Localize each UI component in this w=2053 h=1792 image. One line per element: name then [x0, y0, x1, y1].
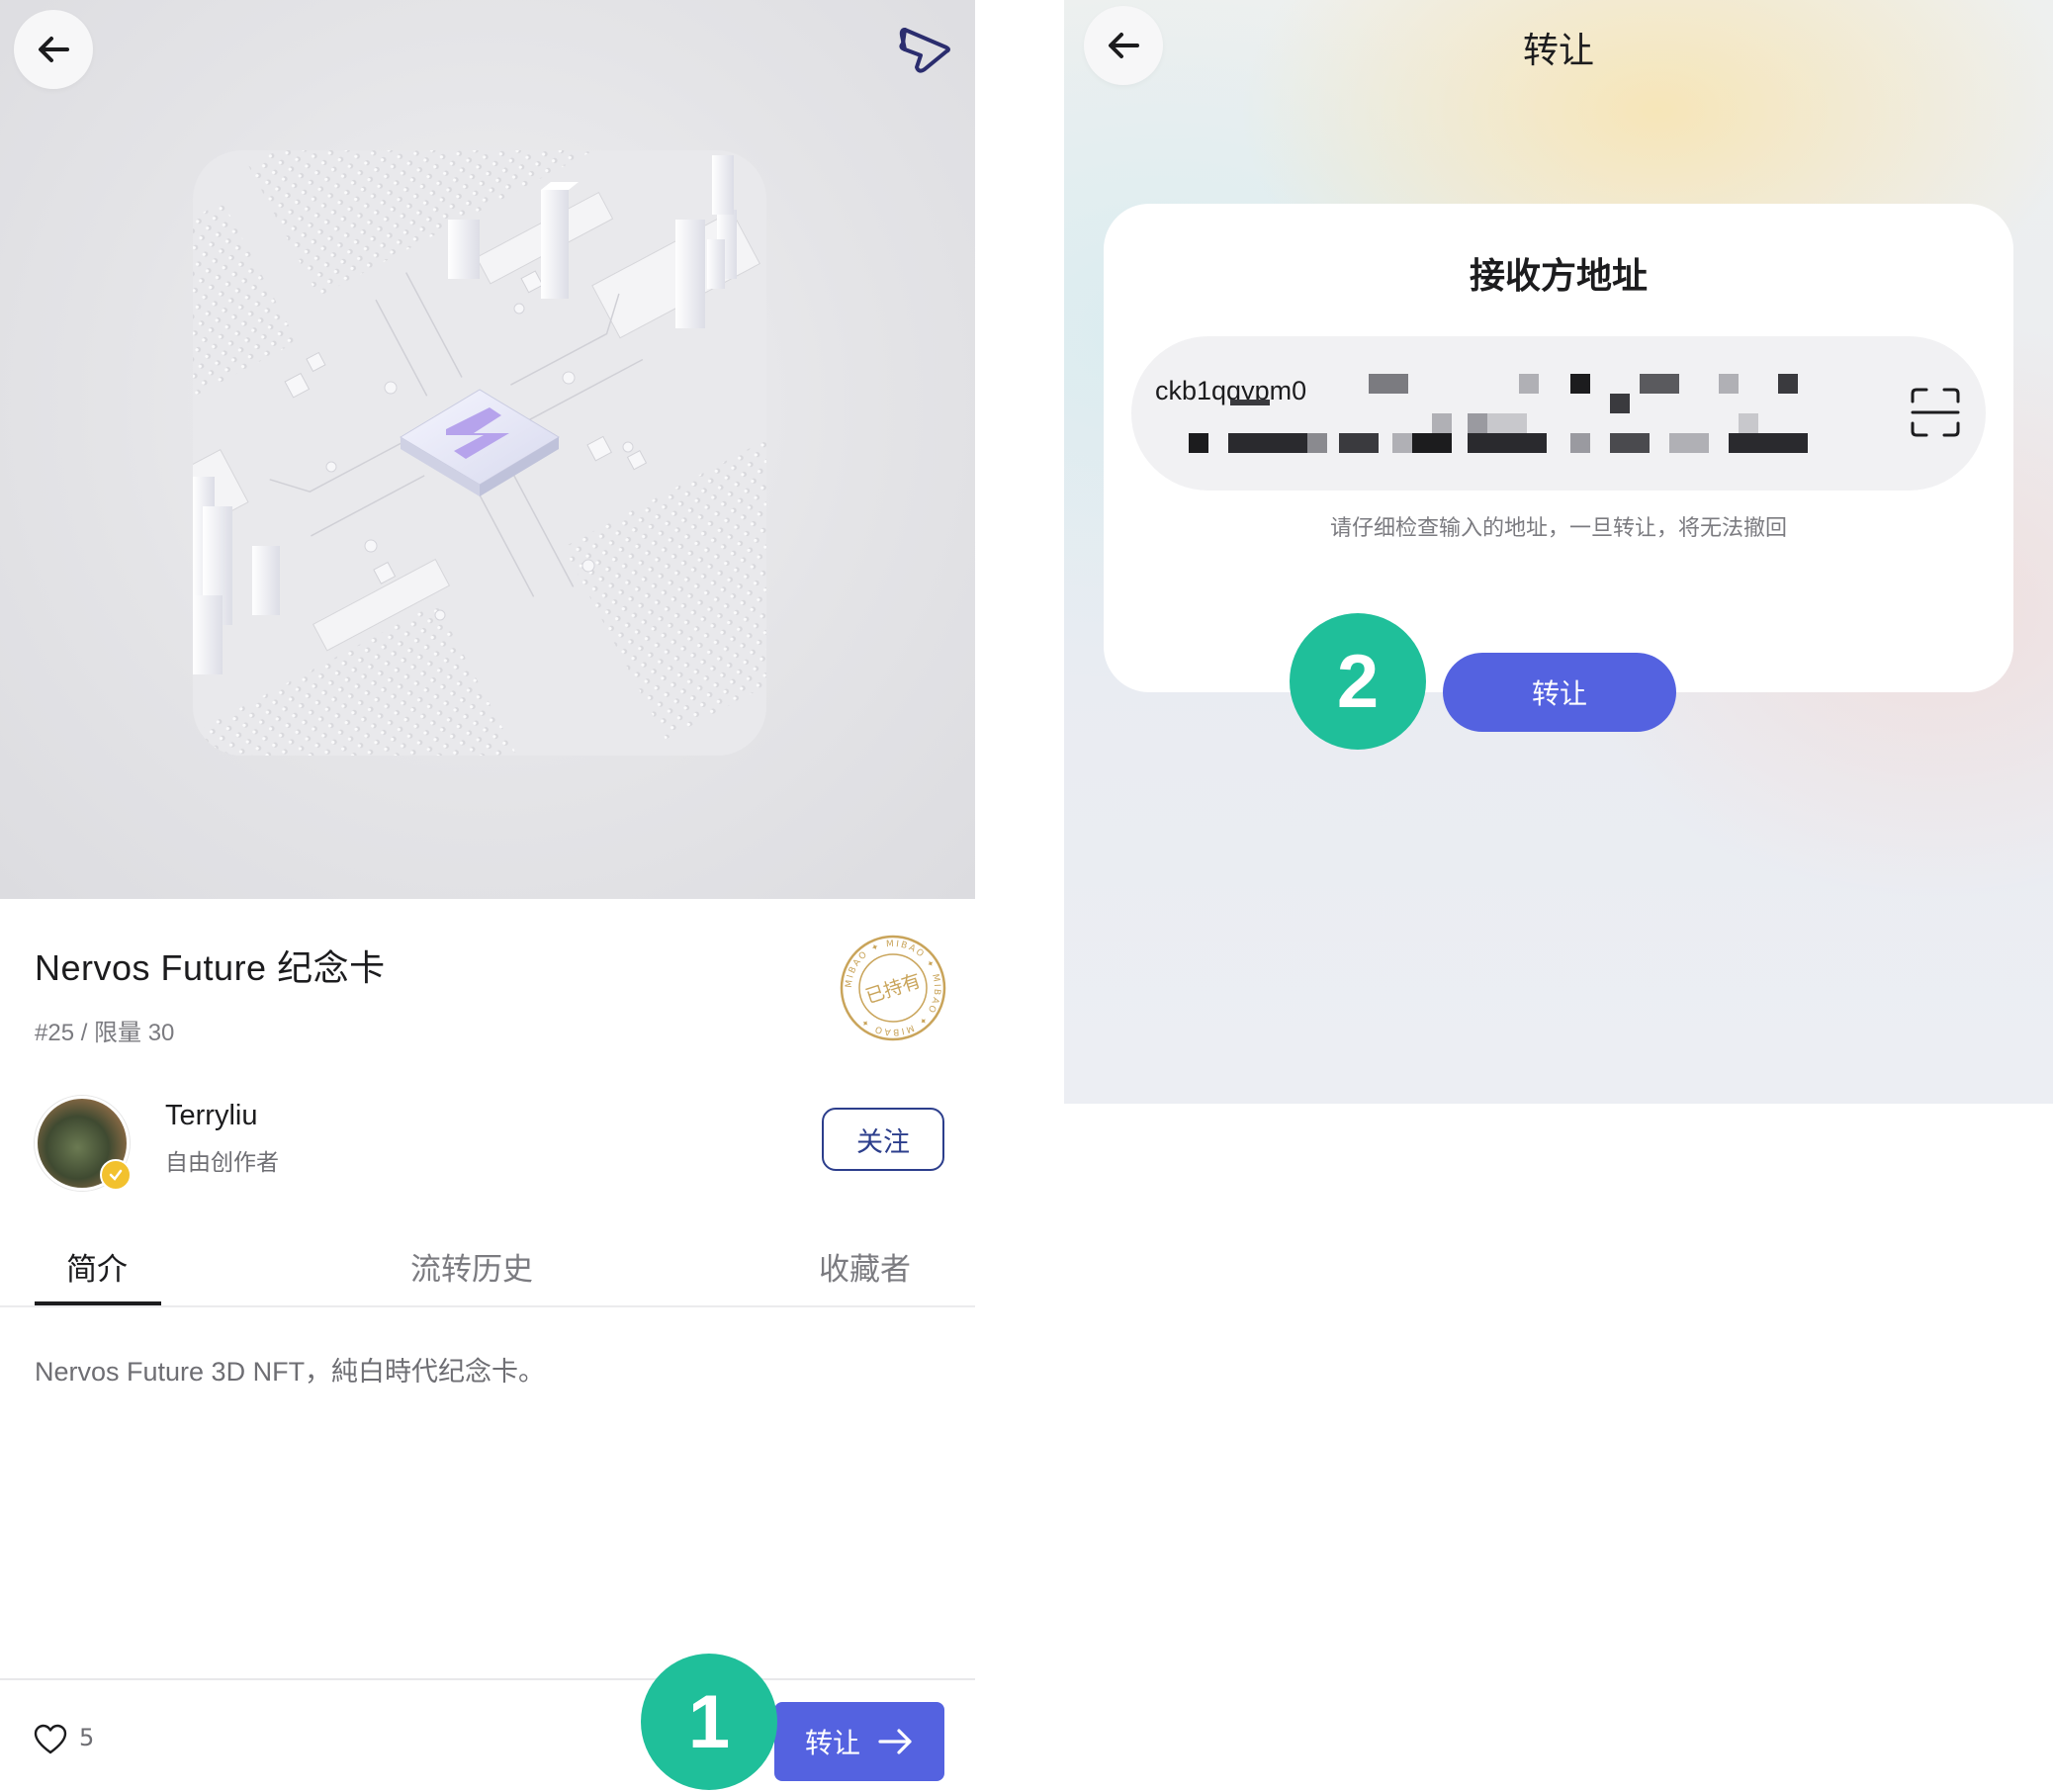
nft-detail-screen: Nervos Future 纪念卡 #25 / 限量 30 MIBAO ✦ MI…: [0, 0, 975, 1792]
confirm-transfer-button[interactable]: 转让: [1443, 653, 1676, 732]
card-title: 接收方地址: [1469, 256, 1648, 297]
back-button[interactable]: [14, 10, 93, 89]
nft-title-block: Nervos Future 纪念卡 #25 / 限量 30: [35, 940, 386, 1047]
creator-row: Terryliu 自由创作者 关注: [35, 1092, 944, 1191]
nft-edition: #25 / 限量 30: [35, 1020, 175, 1046]
address-input[interactable]: ckb1qqypm0: [1131, 336, 1986, 491]
tab-collectors[interactable]: 收藏者: [819, 1244, 911, 1289]
creator-role: 自由创作者: [165, 1150, 279, 1176]
scan-icon[interactable]: [1911, 388, 1960, 437]
warning-hint: 请仔细检查输入的地址，一旦转让，将无法撤回: [1329, 516, 1787, 541]
tab-bar: 简介 流转历史 收藏者: [0, 1236, 975, 1307]
heart-icon[interactable]: [34, 1724, 67, 1755]
share-icon[interactable]: [895, 24, 954, 75]
back-arrow-icon: [39, 37, 69, 62]
step-badge-1: 1: [641, 1654, 777, 1790]
nft-title: Nervos Future 纪念卡: [35, 947, 386, 988]
bottom-action-bar: 5 转让: [0, 1678, 975, 1792]
like-count: 5: [79, 1724, 95, 1751]
nft-hero: [0, 0, 975, 899]
arrow-right-icon: [878, 1729, 912, 1754]
page-title: 转让: [1522, 31, 1594, 71]
nft-description: Nervos Future 3D NFT，純白時代纪念卡。: [35, 1357, 546, 1387]
recipient-card: 接收方地址 ckb1qqypm0 请仔细检查输入的地址，一旦转让，将无法撤回: [1104, 204, 2013, 692]
owned-stamp: MIBAO ✦ MIBAO ✦ MIBAO ✦ MIBAO ✦ 已持有: [839, 934, 947, 1042]
creator-name[interactable]: Terryliu: [165, 1100, 257, 1132]
verified-badge-icon: [100, 1159, 132, 1191]
tab-history[interactable]: 流转历史: [410, 1244, 533, 1289]
step-badge-2: 2: [1290, 613, 1426, 750]
tab-intro[interactable]: 简介: [66, 1244, 128, 1289]
follow-button[interactable]: 关注: [822, 1108, 944, 1171]
transfer-button[interactable]: 转让: [774, 1702, 944, 1781]
nft-artwork: [193, 150, 766, 756]
transfer-screen: 转让 接收方地址 ckb1qqypm0 请仔细检查输入的地址，一旦转让，将无法撤…: [1064, 0, 2053, 1104]
transfer-button-label: 转让: [804, 1727, 860, 1759]
stamp-text: 已持有: [863, 970, 924, 1009]
active-tab-indicator: [35, 1301, 161, 1305]
